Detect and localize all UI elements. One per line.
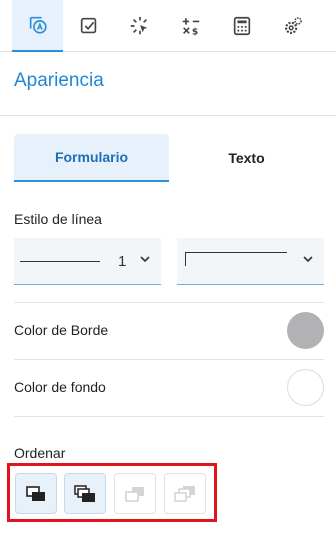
line-style-sample: [185, 252, 287, 266]
tab-formulario[interactable]: Formulario: [14, 134, 169, 182]
appearance-icon: [29, 16, 47, 34]
panel-title: Apariencia: [14, 70, 104, 91]
chevron-down-icon: [303, 256, 313, 263]
toolbar: $: [0, 0, 336, 52]
line-width-select[interactable]: 1: [14, 238, 161, 285]
border-color-label: Color de Borde: [14, 322, 109, 338]
line-style-select[interactable]: [177, 238, 324, 285]
bring-to-front-button[interactable]: [64, 473, 106, 514]
bring-to-front-icon: [74, 484, 95, 502]
tab-texto[interactable]: Texto: [169, 134, 324, 182]
divider: [14, 302, 324, 303]
tool-calculator[interactable]: [216, 0, 267, 52]
tool-math[interactable]: $: [165, 0, 216, 52]
settings-gears-icon: [284, 17, 302, 34]
fill-color-swatch[interactable]: [287, 369, 324, 406]
send-backward-icon: [125, 486, 144, 502]
tool-checkbox[interactable]: [63, 0, 114, 52]
math-operations-icon: $: [182, 18, 199, 37]
line-width-value: 1: [118, 253, 127, 270]
fill-color-label: Color de fondo: [14, 379, 106, 395]
bring-forward-button[interactable]: [15, 473, 57, 514]
bring-forward-icon: [26, 485, 45, 501]
send-backward-button[interactable]: [114, 473, 156, 514]
tool-appearance[interactable]: [12, 0, 63, 52]
order-label: Ordenar: [14, 445, 66, 461]
line-width-sample: [20, 261, 100, 262]
chevron-down-icon: [140, 256, 150, 263]
svg-text:$: $: [191, 26, 197, 37]
divider: [14, 416, 324, 417]
divider: [0, 115, 336, 116]
tool-settings[interactable]: [267, 0, 318, 52]
calculator-icon: [233, 16, 250, 36]
line-style-label: Estilo de línea: [14, 211, 102, 227]
click-pointer-icon: [130, 16, 147, 35]
tool-click-action[interactable]: [114, 0, 165, 52]
tab-group: Formulario Texto: [14, 134, 324, 182]
divider: [14, 359, 324, 360]
send-to-back-button[interactable]: [164, 473, 206, 514]
border-color-swatch[interactable]: [287, 312, 324, 349]
send-to-back-icon: [174, 485, 195, 502]
checkbox-icon: [80, 17, 96, 34]
